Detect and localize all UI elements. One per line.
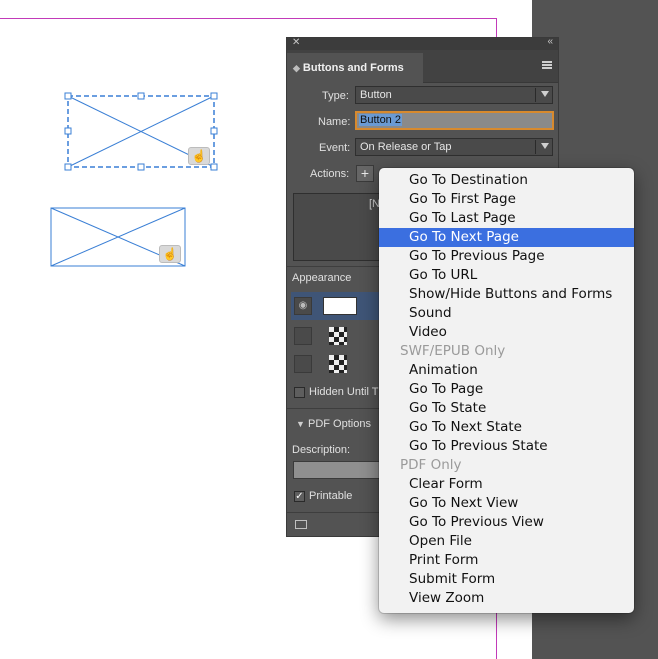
menu-item[interactable]: Open File xyxy=(379,532,634,551)
panel-title-bar[interactable]: ✕ « xyxy=(287,36,558,50)
menu-item[interactable]: Video xyxy=(379,323,634,342)
menu-item[interactable]: Animation xyxy=(379,361,634,380)
menu-item[interactable]: Submit Form xyxy=(379,570,634,589)
dropdown-caret-icon xyxy=(541,91,549,97)
pdf-options-label: PDF Options xyxy=(307,418,371,430)
description-label: Description: xyxy=(292,444,351,456)
type-dropdown[interactable]: Button xyxy=(355,86,553,104)
menu-section-header: SWF/EPUB Only xyxy=(400,343,506,359)
name-field[interactable]: Button 2 xyxy=(355,111,554,130)
appearance-swatch xyxy=(329,355,347,373)
menu-item[interactable]: Go To Destination xyxy=(379,171,634,190)
menu-item[interactable]: Show/Hide Buttons and Forms xyxy=(379,285,634,304)
menu-item[interactable]: View Zoom xyxy=(379,589,634,608)
type-label: Type: xyxy=(322,90,349,102)
menu-section-header: PDF Only xyxy=(400,457,462,473)
menu-item-highlighted[interactable]: Go To Next Page xyxy=(379,228,634,247)
panel-title: Buttons and Forms xyxy=(302,62,404,74)
appearance-label: Appearance xyxy=(292,272,352,284)
menu-item[interactable]: Go To Page xyxy=(379,380,634,399)
actions-popup-menu: Go To Destination Go To First Page Go To… xyxy=(379,168,634,613)
menu-item[interactable]: Go To Previous View xyxy=(379,513,634,532)
hidden-until-checkbox[interactable] xyxy=(294,387,305,398)
add-action-button[interactable]: + xyxy=(356,165,374,182)
eye-icon[interactable] xyxy=(294,355,312,373)
button-frame-selected[interactable]: ☝ xyxy=(64,92,222,172)
panel-tab-row: ◆ Buttons and Forms xyxy=(287,50,558,83)
appearance-swatch xyxy=(323,297,357,315)
menu-item[interactable]: Print Form xyxy=(379,551,634,570)
menu-item[interactable]: Go To Next View xyxy=(379,494,634,513)
dropdown-separator xyxy=(535,140,536,154)
menu-item[interactable]: Go To State xyxy=(379,399,634,418)
printable-checkbox[interactable]: ✓ xyxy=(294,491,305,502)
preview-icon[interactable] xyxy=(295,520,307,529)
menu-item[interactable]: Go To URL xyxy=(379,266,634,285)
menu-item[interactable]: Go To Next State xyxy=(379,418,634,437)
menu-item[interactable]: Clear Form xyxy=(379,475,634,494)
actions-label: Actions: xyxy=(310,168,350,180)
collapse-icon[interactable]: « xyxy=(547,36,553,47)
type-value: Button xyxy=(360,89,392,101)
event-dropdown[interactable]: On Release or Tap xyxy=(355,138,553,156)
menu-item[interactable]: Sound xyxy=(379,304,634,323)
panel-menu-icon[interactable] xyxy=(542,61,552,69)
pdf-options-toggle[interactable]: ▼ PDF Options xyxy=(296,418,371,430)
panel-tab-buttons-and-forms[interactable]: ◆ Buttons and Forms xyxy=(287,53,423,83)
menu-item[interactable]: Go To Previous State xyxy=(379,437,634,456)
eye-icon[interactable]: ◉ xyxy=(294,297,312,315)
tab-arrows-icon: ◆ xyxy=(293,63,300,73)
dropdown-caret-icon xyxy=(541,143,549,149)
dropdown-separator xyxy=(535,88,536,102)
disclosure-triangle-icon: ▼ xyxy=(296,419,305,429)
hand-cursor-icon: ☝ xyxy=(188,147,210,165)
event-label: Event: xyxy=(319,142,351,154)
event-value: On Release or Tap xyxy=(360,141,452,153)
appearance-swatch xyxy=(329,327,347,345)
close-icon[interactable]: ✕ xyxy=(292,37,300,48)
hidden-until-label: Hidden Until T xyxy=(309,386,379,398)
name-label: Name: xyxy=(318,116,351,128)
name-value: Button 2 xyxy=(359,114,402,126)
printable-label: Printable xyxy=(309,490,353,502)
button-frame[interactable]: ☝ xyxy=(50,207,188,269)
menu-item[interactable]: Go To Last Page xyxy=(379,209,634,228)
hand-cursor-icon: ☝ xyxy=(159,245,181,263)
menu-item[interactable]: Go To First Page xyxy=(379,190,634,209)
eye-icon[interactable] xyxy=(294,327,312,345)
menu-item[interactable]: Go To Previous Page xyxy=(379,247,634,266)
